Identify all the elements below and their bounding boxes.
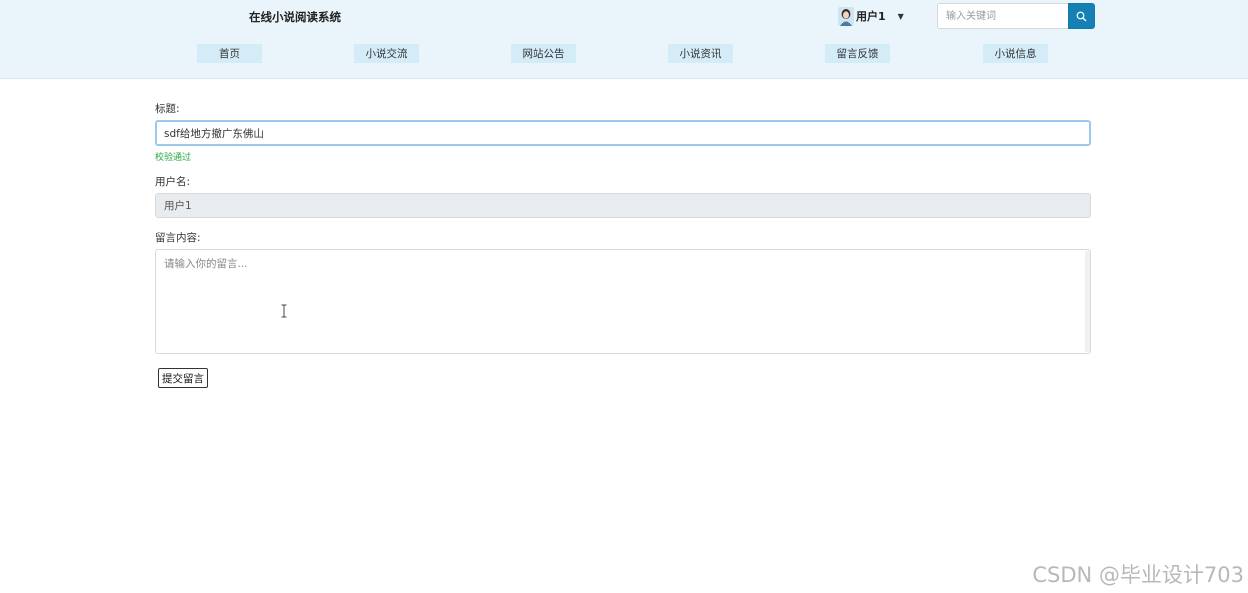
content-label: 留言内容:: [155, 232, 201, 244]
top-header: 在线小说阅读系统 用户1 ▼ 首页 小说交流 网站公告 小说资讯 留言反馈 小说…: [0, 0, 1248, 79]
username-label: 用户名:: [155, 176, 191, 188]
search-icon: [1076, 11, 1087, 21]
nav-item-novel-info[interactable]: 小说信息: [983, 44, 1048, 63]
nav-item-novel-news[interactable]: 小说资讯: [668, 44, 733, 63]
title-input[interactable]: [155, 120, 1091, 146]
watermark-text: CSDN @毕业设计703: [1032, 563, 1244, 587]
title-label: 标题:: [155, 103, 180, 115]
user-menu[interactable]: 用户1 ▼: [838, 5, 904, 27]
title-validation-message: 校验通过: [155, 153, 192, 163]
search-input[interactable]: [937, 3, 1069, 29]
nav-item-novel-discussion[interactable]: 小说交流: [354, 44, 419, 63]
site-title: 在线小说阅读系统: [249, 10, 341, 24]
username-field[interactable]: [155, 193, 1091, 218]
textarea-scrollbar[interactable]: [1085, 251, 1090, 352]
nav-item-feedback[interactable]: 留言反馈: [825, 44, 890, 63]
search-button[interactable]: [1068, 3, 1095, 29]
text-cursor-icon: [281, 304, 287, 318]
caret-down-icon[interactable]: ▼: [898, 12, 904, 21]
nav-item-site-announcements[interactable]: 网站公告: [511, 44, 576, 63]
message-content-textarea[interactable]: [155, 249, 1091, 354]
submit-message-button[interactable]: 提交留言: [158, 368, 208, 388]
user-name: 用户1: [856, 10, 886, 23]
nav-item-home[interactable]: 首页: [197, 44, 262, 63]
avatar-icon: [838, 6, 854, 26]
